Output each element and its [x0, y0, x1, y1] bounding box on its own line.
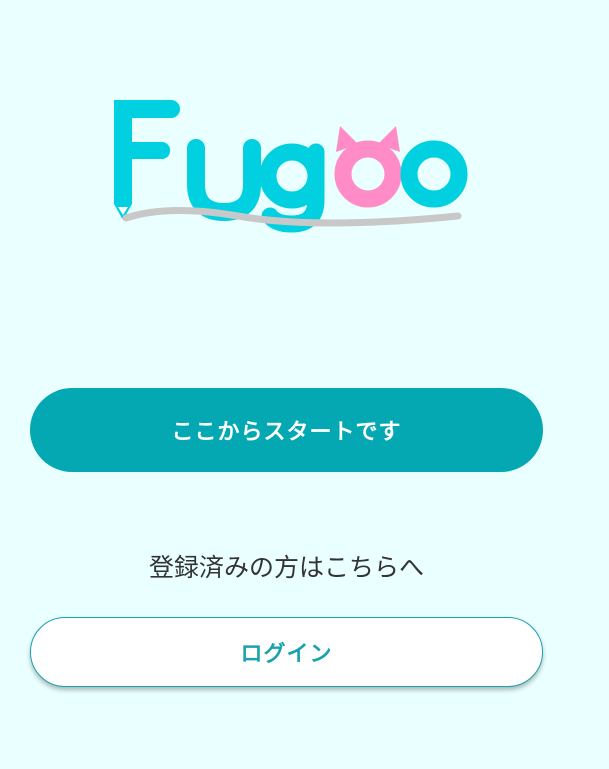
start-button[interactable]: ここからスタートです	[30, 388, 543, 472]
fugoo-logo	[108, 92, 468, 252]
registered-users-prompt: 登録済みの方はこちらへ	[148, 553, 424, 582]
login-button[interactable]: ログイン	[30, 617, 543, 687]
fugoo-logo-graphic	[114, 100, 468, 233]
